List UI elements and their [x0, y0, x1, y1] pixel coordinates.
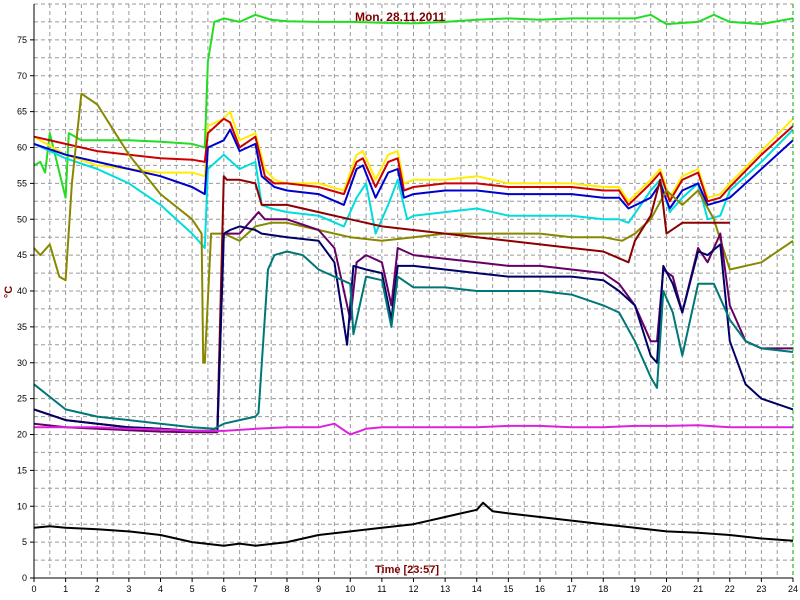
- x-tick-label: 13: [440, 584, 450, 594]
- x-tick-label: 17: [567, 584, 577, 594]
- x-tick-label: 24: [788, 584, 798, 594]
- x-tick-label: 4: [158, 584, 163, 594]
- x-axis-label: Time [23:57]: [375, 564, 439, 576]
- y-tick-label: 35: [17, 322, 27, 332]
- x-tick-label: 8: [284, 584, 289, 594]
- y-axis-label: °C: [3, 286, 15, 298]
- y-tick-label: 50: [17, 214, 27, 224]
- y-tick-label: 65: [17, 107, 27, 117]
- y-tick-label: 15: [17, 465, 27, 475]
- x-tick-label: 9: [316, 584, 321, 594]
- y-tick-label: 55: [17, 178, 27, 188]
- x-tick-label: 14: [472, 584, 482, 594]
- y-tick-label: 5: [22, 537, 27, 547]
- x-tick-label: 0: [31, 584, 36, 594]
- x-tick-label: 5: [190, 584, 195, 594]
- y-tick-label: 0: [22, 573, 27, 583]
- x-tick-label: 11: [377, 584, 386, 594]
- x-tick-label: 16: [535, 584, 545, 594]
- y-tick-label: 70: [17, 71, 27, 81]
- x-tick-label: 21: [693, 584, 703, 594]
- x-tick-label: 22: [725, 584, 735, 594]
- y-tick-label: 75: [17, 35, 27, 45]
- x-tick-label: 18: [598, 584, 608, 594]
- x-tick-label: 1: [63, 584, 68, 594]
- x-tick-label: 3: [126, 584, 131, 594]
- y-tick-label: 30: [17, 358, 27, 368]
- x-tick-label: 12: [408, 584, 418, 594]
- y-tick-label: 20: [17, 430, 27, 440]
- x-tick-label: 19: [630, 584, 640, 594]
- chart-title: Mon. 28.11.2011: [355, 10, 445, 24]
- x-tick-label: 15: [503, 584, 513, 594]
- temperature-chart: 0 1 2 3 4 5 6 7 8 9 10 11 12 13 14 15 16 17 18 19 20 21 22 23 24…: [0, 0, 800, 600]
- y-tick-label: 40: [17, 286, 27, 296]
- x-tick-label: 2: [95, 584, 100, 594]
- x-tick-label: 20: [661, 584, 671, 594]
- y-tick-label: 45: [17, 250, 27, 260]
- x-tick-label: 6: [221, 584, 226, 594]
- y-tick-label: 25: [17, 394, 27, 404]
- x-tick-label: 7: [253, 584, 258, 594]
- x-tick-label: 10: [345, 584, 355, 594]
- y-tick-label: 10: [17, 501, 27, 511]
- y-tick-label: 60: [17, 143, 27, 153]
- x-tick-label: 23: [756, 584, 766, 594]
